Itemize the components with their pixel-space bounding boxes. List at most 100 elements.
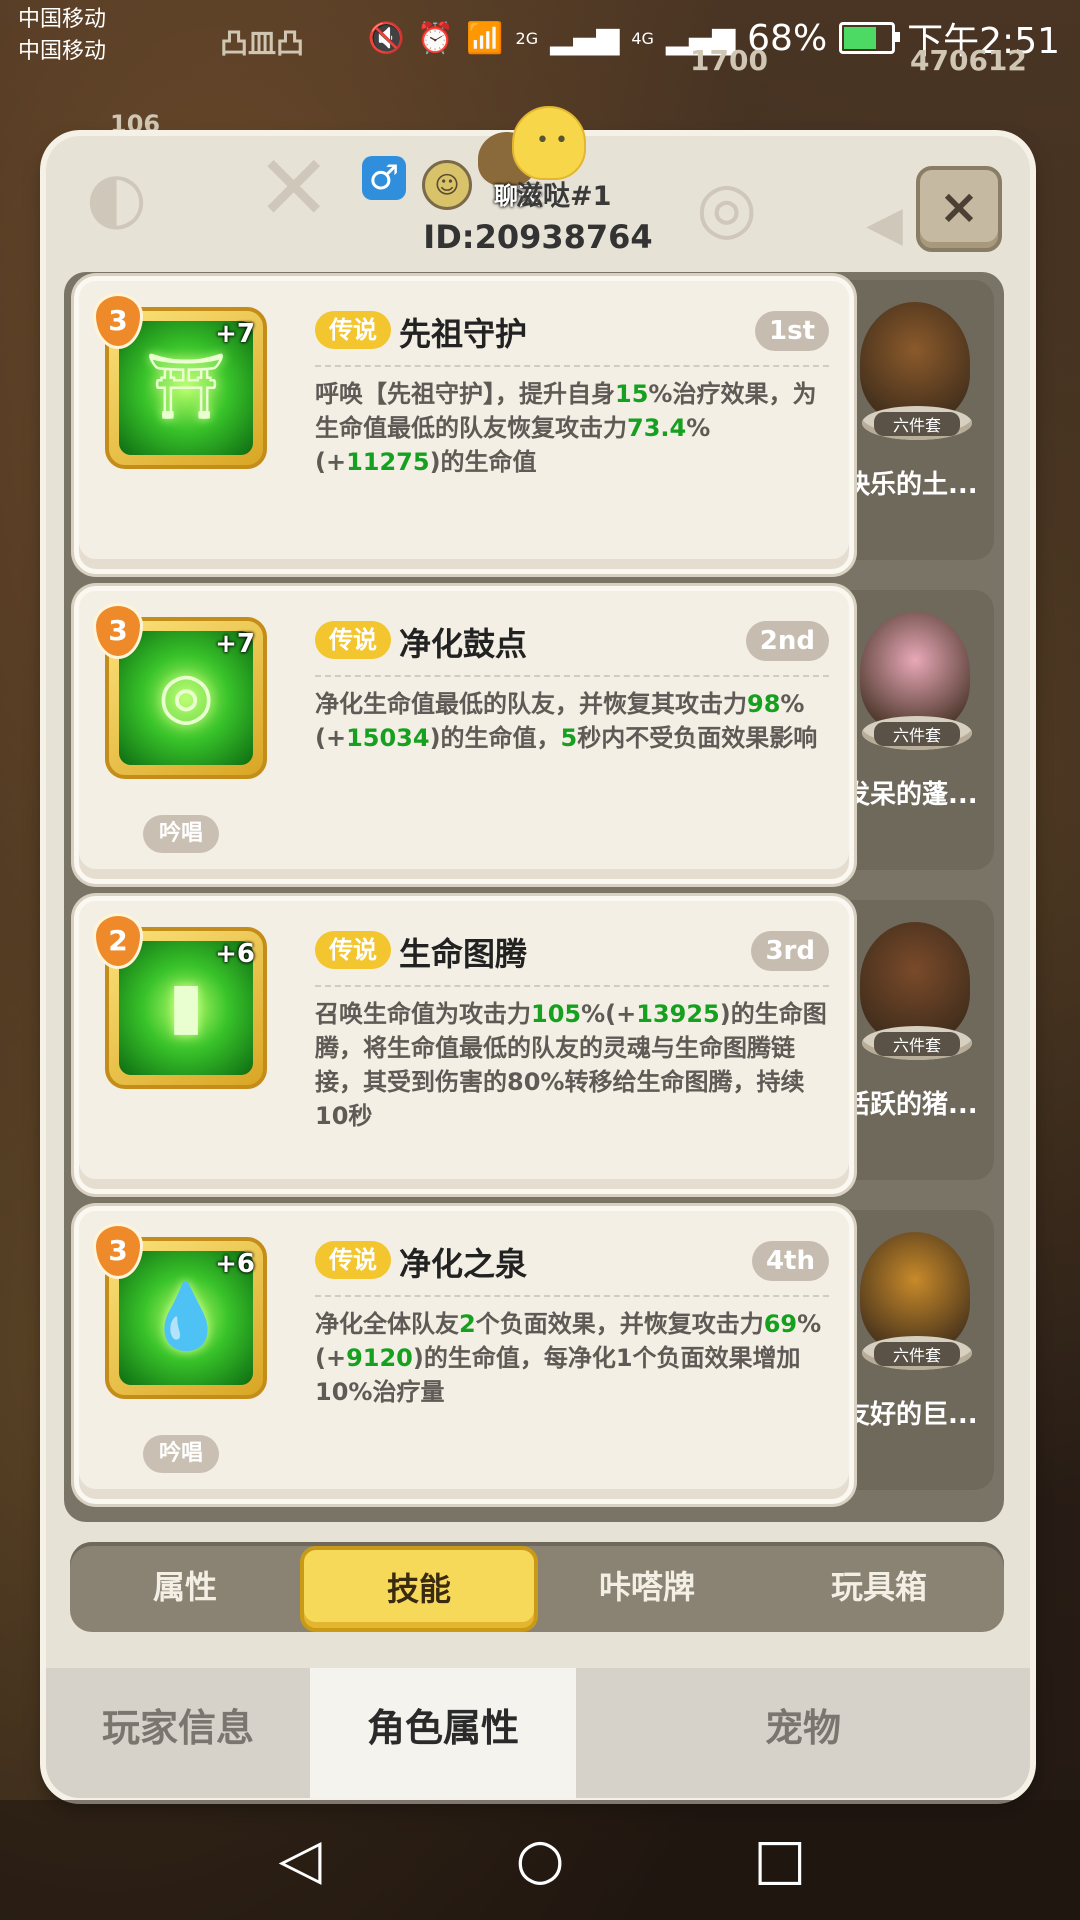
tab-toybox[interactable]: 玩具箱: [764, 1542, 994, 1632]
pet-slot[interactable]: 六件套友好的巨...: [840, 1210, 994, 1490]
skill-glyph-icon: 💧: [146, 1280, 226, 1354]
pet-slot[interactable]: 六件套快乐的土...: [840, 280, 994, 560]
close-button[interactable]: ×: [916, 166, 1002, 252]
highlight-value: 105: [531, 1000, 582, 1028]
skill-card[interactable]: 💧 3 +6 传说 净化之泉 4th 净化全体队友2个负面效果，并恢复攻击力69%(+912…: [74, 1206, 854, 1504]
skill-name: 生命图腾: [399, 935, 528, 973]
skill-plus-badge: +6: [215, 1249, 255, 1279]
skill-plus-badge: +7: [215, 629, 255, 659]
tab-cards[interactable]: 咔嗒牌: [532, 1542, 762, 1632]
skill-description: 净化全体队友2个负面效果，并恢复攻击力69%(+9120)的生命值，每净化1个负…: [315, 1307, 835, 1409]
highlight-value: 15: [615, 380, 649, 408]
skill-rank: 4th: [751, 1241, 829, 1281]
description-text: 个负面效果，并恢复攻击力: [475, 1310, 764, 1338]
rarity-tag: 传说: [315, 1241, 391, 1279]
set-label: 六件套: [874, 722, 960, 746]
skill-icon[interactable]: ▮ 2 +6: [93, 913, 267, 1089]
pet-name: 友好的巨...: [844, 1400, 978, 1430]
pet-slot[interactable]: 六件套活跃的猪...: [840, 900, 994, 1180]
recent-apps-icon[interactable]: □: [750, 1830, 810, 1890]
highlight-value: 9120: [346, 1344, 413, 1372]
skill-card[interactable]: ⛩ 3 +7 传说 先祖守护 1st 呼唤【先祖守护】，提升自身15%治疗效果，为生命值最低…: [74, 276, 854, 574]
tab-player-info[interactable]: 玩家信息: [46, 1668, 313, 1798]
skill-glyph-icon: ⛩: [145, 350, 227, 424]
wifi-icon: 📶: [466, 20, 504, 56]
skill-row[interactable]: 六件套 活跃的猪... ▮ 2 +6 传说 生命图腾 3rd 召唤生命值为攻击力105%(+13…: [64, 892, 1004, 1194]
skill-card[interactable]: ▮ 2 +6 传说 生命图腾 3rd 召唤生命值为攻击力105%(+13925)的生命图腾，…: [74, 896, 854, 1194]
pet-figure-icon: [860, 922, 970, 1042]
profile-panel: ◐ ✕ ◎ ◀ ♂ ☺ •• 聊天 滋哒#1 ID:20938764 × 六件套…: [46, 106, 1030, 1798]
smiley-face-icon: ••: [536, 128, 574, 153]
description-text: )的生命值，: [429, 724, 561, 752]
rarity-tag: 传说: [315, 931, 391, 969]
male-gender-icon: ♂: [362, 156, 406, 200]
highlight-value: 2: [459, 1310, 476, 1338]
pet-name: 活跃的猪...: [844, 1090, 978, 1120]
set-label: 六件套: [874, 1032, 960, 1056]
pet-slot[interactable]: 六件套发呆的蓬...: [840, 590, 994, 870]
skill-row[interactable]: 六件套发呆的蓬... ◎ 3 +7 传说 净化鼓点 2nd 净化生命值最低的队友，并恢复其攻击…: [64, 582, 1004, 884]
skill-description: 召唤生命值为攻击力105%(+13925)的生命图腾，将生命值最低的队友的灵魂与…: [315, 997, 835, 1133]
skill-row[interactable]: 六件套 友好的巨... 💧 3 +6 传说 净化之泉 4th 净化全体队友2个负面效果，并恢复攻…: [64, 1202, 1004, 1504]
player-name: 滋哒#1: [516, 181, 612, 212]
skill-card[interactable]: ◎ 3 +7 传说 净化鼓点 2nd 净化生命值最低的队友，并恢复其攻击力98%(+1503…: [74, 586, 854, 884]
pet-name: 快乐的土...: [844, 470, 978, 500]
description-text: )的生命值: [429, 448, 537, 476]
skill-icon[interactable]: ⛩ 3 +7: [93, 293, 267, 469]
skill-rank: 1st: [755, 311, 829, 351]
chant-tag: 吟唱: [143, 815, 220, 853]
divider: [315, 985, 829, 987]
pet-figure-icon: [860, 1232, 970, 1352]
skill-rank: 2nd: [745, 621, 829, 661]
home-icon[interactable]: ○: [510, 1830, 570, 1890]
set-label: 六件套: [874, 1342, 960, 1366]
highlight-value: 5: [560, 724, 578, 752]
description-text: 呼唤【先祖守护】，提升自身: [315, 380, 615, 408]
hud-gems: 470612: [910, 44, 1027, 77]
highlight-value: 11275: [346, 448, 430, 476]
pet-name: 发呆的蓬...: [844, 780, 978, 810]
back-icon[interactable]: ◁: [270, 1830, 330, 1890]
pet-figure-icon: [860, 302, 970, 422]
skill-description: 净化生命值最低的队友，并恢复其攻击力98%(+15034)的生命值，5秒内不受负…: [315, 687, 835, 755]
tab-pets[interactable]: 宠物: [576, 1668, 1030, 1798]
divider: [315, 365, 829, 367]
tab-attributes[interactable]: 属性: [70, 1542, 300, 1632]
mute-icon: 🔇: [367, 20, 405, 56]
highlight-value: 69: [763, 1310, 798, 1338]
skill-name: 先祖守护: [399, 315, 528, 353]
skill-glyph-icon: ◎: [158, 659, 214, 733]
player-avatar-badge[interactable]: ☺: [422, 160, 472, 210]
tab-character-attributes[interactable]: 角色属性: [310, 1668, 579, 1798]
skill-row[interactable]: 六件套快乐的土... ⛩ 3 +7 传说 先祖守护 1st 呼唤【先祖守护】，提升自身15%治…: [64, 272, 1004, 574]
rarity-tag: 传说: [315, 621, 391, 659]
rarity-tag: 传说: [315, 311, 391, 349]
skill-icon[interactable]: 💧 3 +6: [93, 1223, 267, 1399]
battery-icon: [839, 22, 901, 54]
skill-plus-badge: +7: [215, 319, 255, 349]
skill-list: 六件套 快乐的土... ⛩ 3 +7 传说 先祖守护 1st 呼唤【先祖守护】，提升自身15%治…: [64, 272, 1004, 1522]
tab-skills[interactable]: 技能: [300, 1546, 538, 1632]
skill-glyph-icon: ▮: [168, 969, 204, 1043]
carrier-2: 中国移动: [18, 39, 107, 64]
highlight-value: 73.4: [627, 414, 687, 442]
description-text: 秒内不受负面效果影响: [577, 724, 818, 752]
signal-icon: ▂▄▆: [550, 20, 620, 56]
skill-name: 净化鼓点: [399, 625, 528, 663]
skill-description: 呼唤【先祖守护】，提升自身15%治疗效果，为生命值最低的队友恢复攻击力73.4%…: [315, 377, 835, 479]
description-text: %(+: [581, 1000, 637, 1028]
description-text: 净化全体队友: [315, 1310, 459, 1338]
description-text: 召唤生命值为攻击力: [315, 1000, 531, 1028]
divider: [315, 675, 829, 677]
skill-icon[interactable]: ◎ 3 +7: [93, 603, 267, 779]
carrier-1: 中国移动: [18, 7, 107, 32]
pet-figure-icon: [860, 612, 970, 732]
set-label: 六件套: [874, 412, 960, 436]
skill-plus-badge: +6: [215, 939, 255, 969]
hud-player-tag: 凸皿凸: [220, 27, 305, 60]
main-tab-bar: 玩家信息 角色属性 宠物: [46, 1668, 1030, 1798]
description-text: 净化生命值最低的队友，并恢复其攻击力: [315, 690, 747, 718]
network-2g-label: 2G: [515, 28, 539, 48]
highlight-value: 98: [747, 690, 781, 718]
network-4g-label: 4G: [631, 28, 654, 48]
